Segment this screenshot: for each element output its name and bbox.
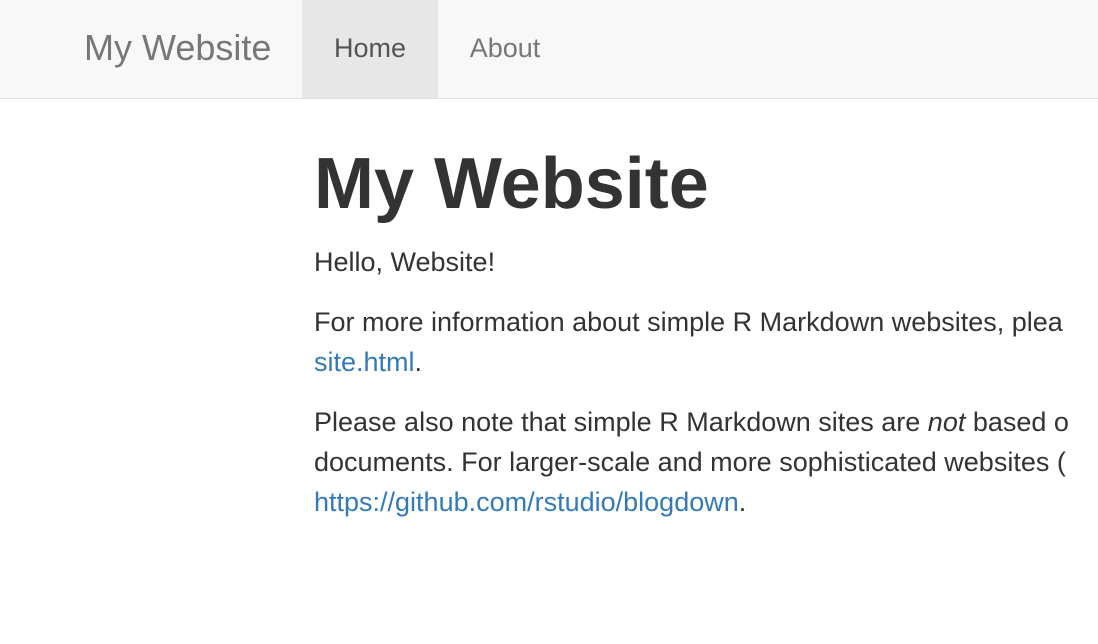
main-content: My Website Hello, Website! For more info… (314, 100, 1098, 644)
blogdown-link[interactable]: https://github.com/rstudio/blogdown (314, 487, 739, 517)
nav-item-home[interactable]: Home (302, 0, 438, 98)
info-paragraph: For more information about simple R Mark… (314, 302, 1063, 382)
info-paragraph-period: . (414, 347, 423, 377)
page-title: My Website (314, 144, 709, 224)
site-html-link[interactable]: site.html (314, 347, 415, 377)
top-navbar: My Website Home About (0, 0, 1098, 99)
note-paragraph-text-start: Please also note that simple R Markdown … (314, 407, 928, 437)
note-paragraph-line2: documents. For larger-scale and more sop… (314, 447, 1066, 477)
note-paragraph: Please also note that simple R Markdown … (314, 402, 1069, 522)
info-paragraph-text: For more information about simple R Mark… (314, 307, 1063, 337)
note-emphasis: not (927, 407, 966, 437)
greeting-text: Hello, Website! (314, 247, 496, 277)
navbar-brand[interactable]: My Website (84, 0, 271, 98)
nav-item-about[interactable]: About (438, 0, 572, 98)
note-paragraph-period: . (738, 487, 747, 517)
note-paragraph-text-end: based o (965, 407, 1069, 437)
